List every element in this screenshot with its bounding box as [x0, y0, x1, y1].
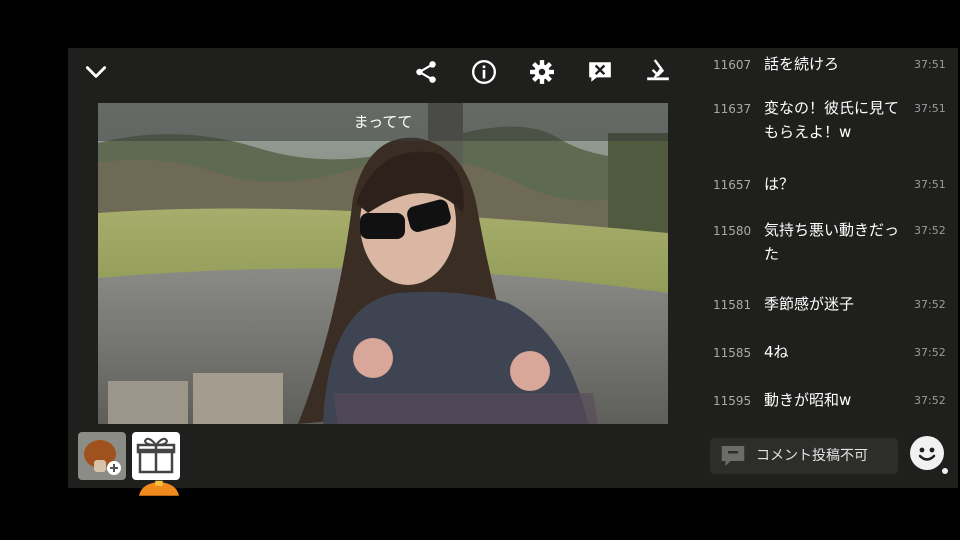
comment-time: 37:51 — [914, 102, 946, 115]
emoji-button[interactable] — [910, 436, 944, 470]
status-dot — [942, 468, 948, 474]
share-icon[interactable] — [412, 58, 440, 86]
comment-input-disabled[interactable]: コメント投稿不可 — [710, 438, 898, 474]
gift-button[interactable] — [132, 432, 180, 480]
comment-number: 11637 — [713, 102, 752, 116]
comment-time: 37:52 — [914, 346, 946, 359]
comment-text: 4ね — [764, 343, 789, 361]
comment-input-label: コメント投稿不可 — [756, 448, 868, 464]
gift-icon — [136, 437, 176, 474]
comment-number: 11585 — [713, 346, 752, 360]
gear-icon[interactable] — [528, 58, 556, 86]
comment-text: 話を続けろ — [764, 55, 840, 73]
player-screen: まってて 11607 話を続けろ 37:51 11637 変なの！彼氏に見てもらえよ！w… — [68, 48, 958, 496]
comment-time: 37:52 — [914, 224, 946, 237]
comment-off-icon[interactable] — [586, 58, 614, 86]
comment-number: 11657 — [713, 178, 752, 192]
comment-number: 11595 — [713, 394, 752, 408]
comment-text: 変なの！彼氏に見てもらえよ！w — [764, 99, 900, 141]
video-caption: まってて — [98, 103, 668, 141]
info-icon[interactable] — [470, 58, 498, 86]
comment-time: 37:52 — [914, 298, 946, 311]
smile-icon — [918, 447, 936, 461]
comment-text: 動きが昭和w — [764, 391, 852, 409]
comment-text: 気持ち悪い動きだった — [764, 221, 900, 263]
comment-list[interactable]: 11607 話を続けろ 37:51 11637 変なの！彼氏に見てもらえよ！w 37:51… — [708, 48, 958, 428]
video-frame-image — [98, 103, 668, 424]
comment-number: 11607 — [713, 58, 752, 72]
comment-time: 37:51 — [914, 178, 946, 191]
mushroom-add-icon — [84, 440, 121, 475]
comment-bubble-icon — [721, 446, 745, 466]
orange-avatar-icon — [139, 480, 179, 496]
comment-number: 11581 — [713, 298, 752, 312]
chevron-down-icon[interactable] — [82, 58, 110, 86]
comment-number: 11580 — [713, 224, 752, 238]
comment-text: 季節感が迷子 — [764, 295, 855, 313]
comment-time: 37:51 — [914, 58, 946, 71]
comment-time: 37:52 — [914, 394, 946, 407]
download-icon[interactable] — [644, 58, 672, 86]
video-player[interactable]: まってて — [98, 103, 668, 424]
add-item-button[interactable] — [78, 432, 126, 480]
comment-text: は？ — [764, 175, 795, 193]
